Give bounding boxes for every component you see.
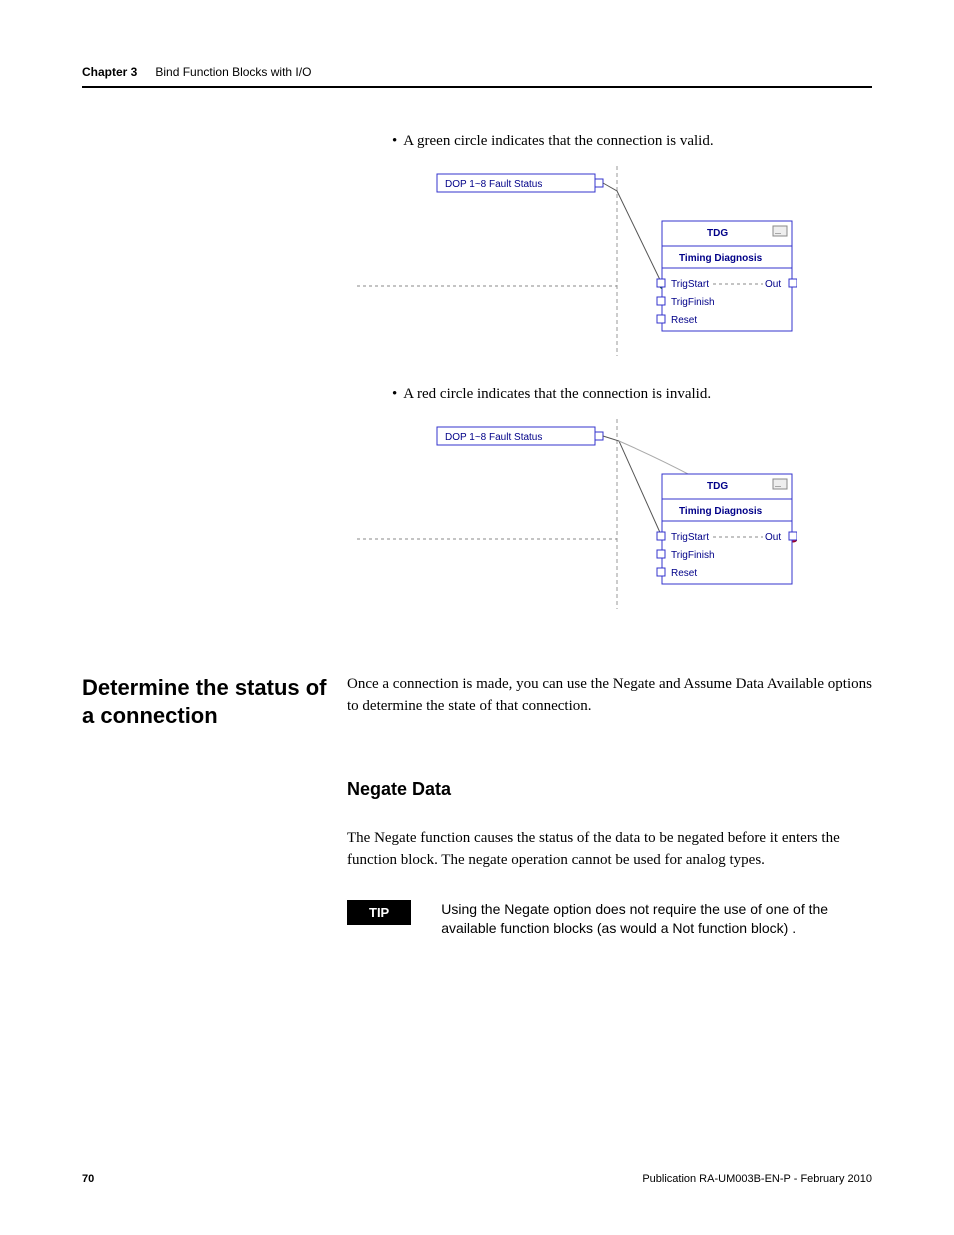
port-reset: Reset [671, 315, 697, 326]
port-out: Out [765, 279, 781, 290]
page-footer: 70 Publication RA-UM003B-EN-P - February… [82, 1173, 872, 1185]
tip-label: TIP [347, 900, 411, 925]
tip-text: Using the Negate option does not require… [441, 900, 872, 939]
subsection-heading: Negate Data [347, 779, 872, 800]
block-title: TDG [707, 228, 728, 239]
port-trigstart: TrigStart [671, 279, 709, 290]
bullet-invalid: A red circle indicates that the connecti… [392, 386, 872, 403]
input-tag-label: DOP 1~8 Fault Status [445, 432, 542, 443]
bullet-valid: A green circle indicates that the connec… [392, 133, 872, 150]
port-trigstart: TrigStart [671, 532, 709, 543]
block-title: TDG [707, 481, 728, 492]
chapter-title: Bind Function Blocks with I/O [155, 65, 311, 79]
publication-info: Publication RA-UM003B-EN-P - February 20… [642, 1173, 872, 1185]
port-trigfinish: TrigFinish [671, 550, 715, 561]
block-subtitle: Timing Diagnosis [679, 253, 763, 264]
block-subtitle: Timing Diagnosis [679, 506, 763, 517]
tip-callout: TIP Using the Negate option does not req… [347, 900, 872, 939]
subsection-body: The Negate function causes the status of… [347, 828, 872, 872]
page-header: Chapter 3 Bind Function Blocks with I/O [82, 65, 872, 88]
page-number: 70 [82, 1173, 94, 1185]
port-reset: Reset [671, 568, 697, 579]
input-tag-label: DOP 1~8 Fault Status [445, 179, 542, 190]
svg-text:...: ... [775, 480, 781, 489]
diagram-valid-connection: DOP 1~8 Fault Status TDG ... Timing Diag… [357, 166, 797, 356]
section-heading: Determine the status of a connection [82, 674, 347, 729]
section-body: Once a connection is made, you can use t… [347, 674, 872, 718]
diagram-invalid-connection: DOP 1~8 Fault Status TDG ... Timing Diag… [357, 419, 797, 609]
chapter-number: Chapter 3 [82, 65, 137, 79]
port-trigfinish: TrigFinish [671, 297, 715, 308]
svg-text:...: ... [775, 227, 781, 236]
port-out: Out [765, 532, 781, 543]
